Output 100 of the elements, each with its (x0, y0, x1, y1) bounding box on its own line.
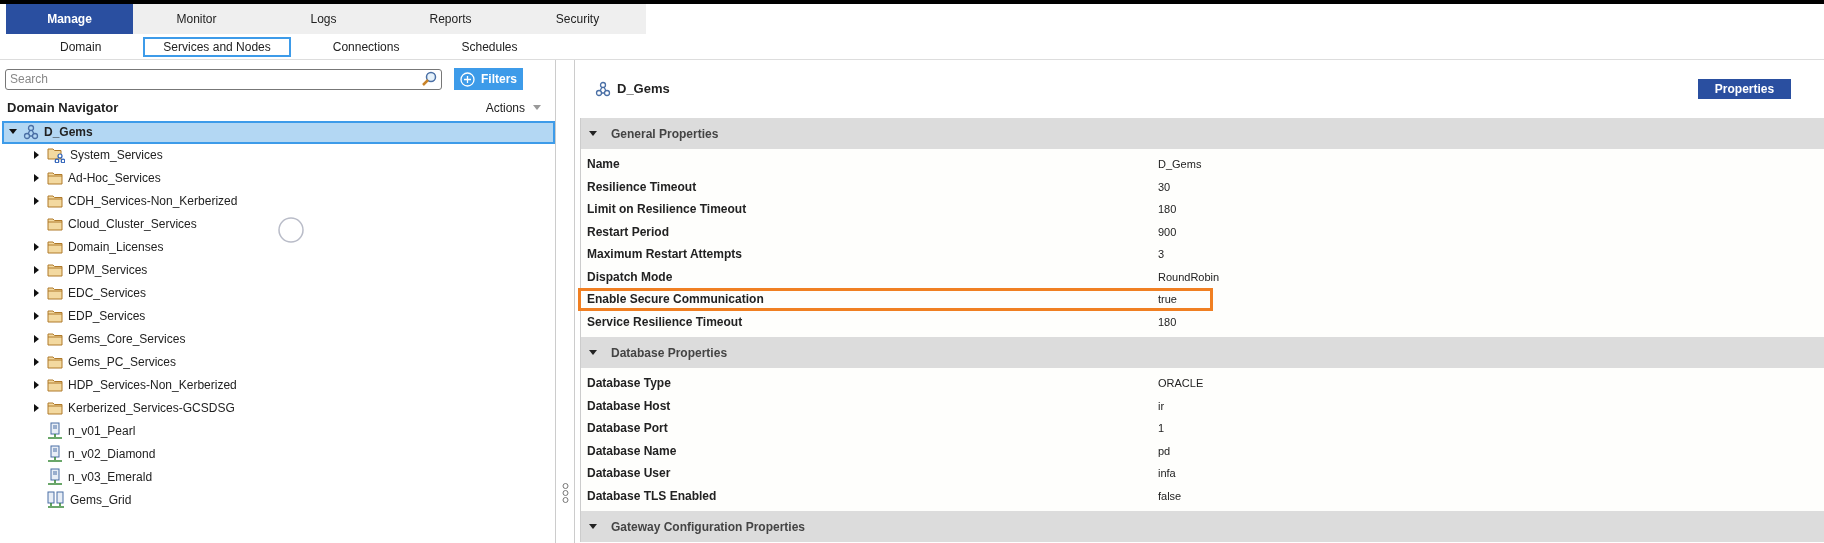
server-icon (47, 445, 63, 463)
caret-right-icon[interactable] (33, 404, 41, 412)
property-value: pd (1158, 443, 1171, 459)
network-icon (23, 124, 39, 140)
folder-icon (47, 171, 63, 185)
caret-down-icon (533, 105, 541, 111)
server-group-icon (47, 491, 65, 509)
loading-ring-icon (277, 215, 305, 244)
tree-item[interactable]: DPM_Services (2, 258, 555, 282)
caret-right-icon[interactable] (33, 174, 41, 182)
sub-tab[interactable]: Connections (312, 36, 420, 57)
caret-right-icon[interactable] (33, 358, 41, 366)
folder-icon (47, 194, 63, 208)
folder-icon (47, 263, 63, 277)
search-icon[interactable] (421, 70, 437, 87)
tree-item[interactable]: n_v01_Pearl (2, 419, 555, 443)
caret-right-icon[interactable] (33, 289, 41, 297)
tree-item[interactable]: Kerberized_Services-GCSDSG (2, 396, 555, 420)
tree-item[interactable]: Cloud_Cluster_Services (2, 212, 555, 236)
property-name: Database Name (587, 442, 678, 460)
folder-icon (47, 332, 63, 346)
property-value: 3 (1158, 247, 1165, 262)
property-name: Service Resilience Timeout (587, 313, 744, 331)
tree-item[interactable]: EDP_Services (2, 304, 555, 328)
property-value: 30 (1158, 179, 1171, 195)
tree-item[interactable]: CDH_Services-Non_Kerberized (2, 189, 555, 213)
caret-right-icon[interactable] (33, 312, 41, 320)
property-name: Resilience Timeout (587, 178, 698, 196)
main-tab[interactable]: Security (514, 4, 641, 34)
property-value: 900 (1158, 224, 1177, 240)
property-value: false (1158, 488, 1182, 504)
property-value: 180 (1158, 314, 1177, 330)
sub-tab[interactable]: Schedules (441, 36, 538, 57)
caret-right-icon[interactable] (33, 197, 41, 205)
caret-down-icon[interactable] (9, 128, 17, 136)
property-value: true (1158, 292, 1177, 307)
main-tab[interactable]: Reports (387, 4, 514, 34)
property-name: Dispatch Mode (587, 268, 674, 286)
property-value: D_Gems (1158, 157, 1202, 172)
property-name: Database Port (587, 420, 669, 438)
folder-icon (47, 401, 63, 415)
tree-item[interactable]: Gems_PC_Services (2, 350, 555, 374)
plus-circle-icon (460, 71, 475, 87)
section-header[interactable]: General Properties (581, 118, 1824, 149)
tree-item[interactable]: System_Services (2, 143, 555, 167)
property-value: ir (1158, 398, 1165, 414)
tree-item[interactable]: n_v02_Diamond (2, 442, 555, 466)
network-icon (595, 81, 611, 97)
caret-right-icon[interactable] (33, 151, 41, 159)
section-header[interactable]: Database Properties (581, 337, 1824, 368)
tree-item[interactable]: HDP_Services-Non_Kerberized (2, 373, 555, 397)
property-name: Name (587, 156, 621, 174)
tree-item[interactable]: Ad-Hoc_Services (2, 166, 555, 190)
folder-icon (47, 355, 63, 369)
tree-item[interactable]: EDC_Services (2, 281, 555, 305)
property-name: Enable Secure Communication (587, 291, 765, 309)
sub-tab[interactable]: Domain (40, 36, 122, 57)
property-value: infa (1158, 466, 1176, 481)
caret-right-icon[interactable] (33, 381, 41, 389)
caret-right-icon[interactable] (33, 335, 41, 343)
property-name: Database TLS Enabled (587, 487, 718, 505)
tree-item[interactable]: Gems_Core_Services (2, 327, 555, 351)
property-name: Restart Period (587, 223, 671, 241)
tree-item[interactable]: Domain_Licenses (2, 235, 555, 259)
folder-icon (47, 286, 63, 300)
property-name: Limit on Resilience Timeout (587, 201, 748, 219)
property-name: Database Host (587, 397, 672, 415)
caret-right-icon[interactable] (33, 266, 41, 274)
folder-network-icon (47, 147, 65, 163)
folder-icon (47, 217, 63, 231)
property-name: Maximum Restart Attempts (587, 246, 743, 264)
caret-down-icon (589, 349, 597, 356)
tree-item[interactable]: D_Gems (2, 120, 555, 144)
property-value: RoundRobin (1158, 269, 1220, 285)
property-value: 1 (1158, 421, 1165, 436)
property-value: 180 (1158, 202, 1177, 217)
section-header[interactable]: Gateway Configuration Properties (581, 511, 1824, 542)
caret-down-icon (589, 130, 597, 137)
sub-tab[interactable]: Services and Nodes (143, 36, 291, 57)
panel-title: Domain Navigator (7, 99, 119, 117)
properties-button[interactable]: Properties (1698, 79, 1791, 99)
folder-icon (47, 309, 63, 323)
caret-right-icon[interactable] (33, 243, 41, 251)
property-name: Database Type (587, 375, 672, 393)
main-tab[interactable]: Monitor (133, 4, 260, 34)
caret-down-icon (589, 523, 597, 530)
tree-item[interactable]: Gems_Grid (2, 488, 555, 512)
folder-icon (47, 240, 63, 254)
tree-item[interactable]: n_v03_Emerald (2, 465, 555, 489)
property-name: Database User (587, 465, 672, 483)
actions-menu[interactable]: Actions (485, 98, 541, 117)
details-title: D_Gems (617, 80, 670, 99)
property-value: ORACLE (1158, 376, 1204, 391)
search-field[interactable]: Search (5, 68, 442, 90)
main-tab[interactable]: Logs (260, 4, 387, 34)
folder-icon (47, 378, 63, 392)
splitter-handle-icon[interactable] (561, 483, 569, 503)
server-icon (47, 468, 63, 486)
main-tab[interactable]: Manage (6, 4, 133, 34)
server-icon (47, 422, 63, 440)
